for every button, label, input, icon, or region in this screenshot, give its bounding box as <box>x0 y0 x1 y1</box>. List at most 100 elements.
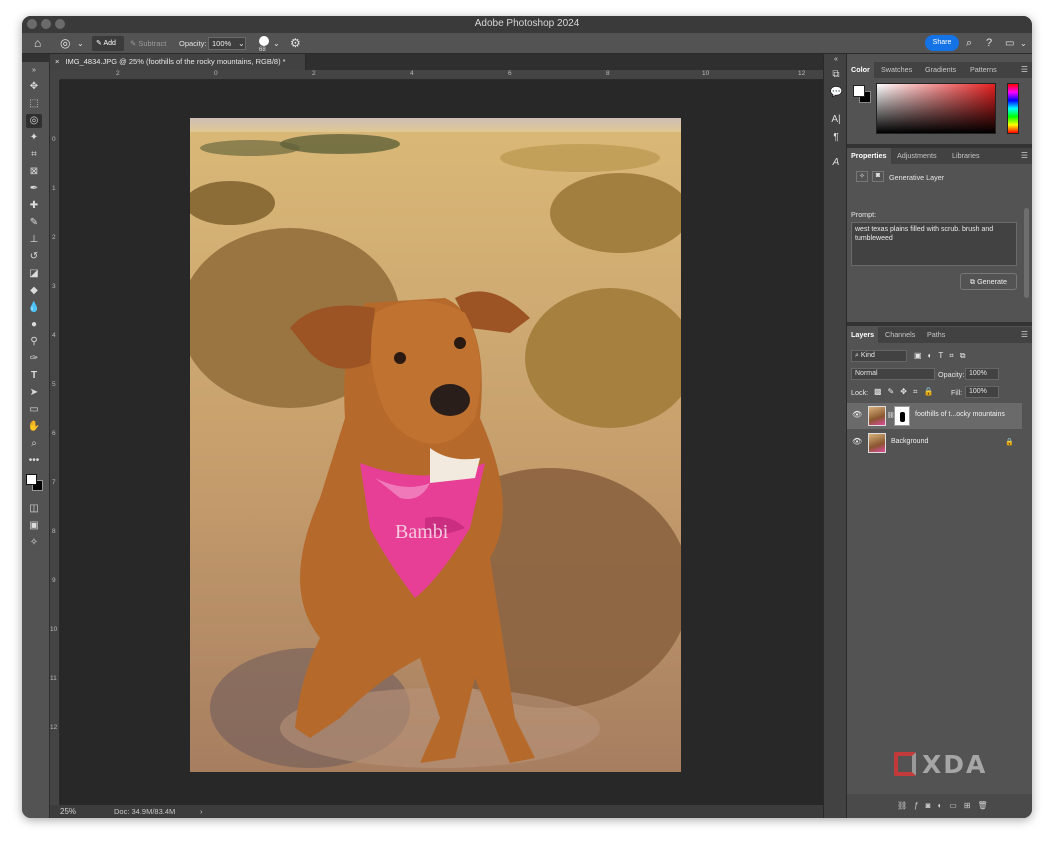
chevron-right-icon[interactable]: › <box>200 805 203 818</box>
eyedropper-tool-icon[interactable]: ✒ <box>26 182 42 196</box>
generate-button[interactable]: ⧉ Generate <box>960 273 1017 290</box>
ruler-tick-label: 6 <box>52 430 56 437</box>
tab-channels[interactable]: Channels <box>885 327 915 343</box>
tab-layers[interactable]: Layers <box>847 327 879 343</box>
foreground-color-chip[interactable] <box>853 85 865 97</box>
tab-adjustments[interactable]: Adjustments <box>897 148 937 164</box>
dodge-tool-icon[interactable]: ● <box>26 318 42 332</box>
paint-bucket-tool-icon[interactable]: ◆ <box>26 284 42 298</box>
chevron-down-icon[interactable]: ⌄ <box>273 33 280 54</box>
tab-paths[interactable]: Paths <box>927 327 945 343</box>
hue-slider[interactable] <box>1007 83 1019 134</box>
lock-icon: 🔒 <box>1005 439 1014 446</box>
frame-tool-icon[interactable]: ⊠ <box>26 165 42 179</box>
zoom-tool-icon[interactable]: ⌕ <box>26 437 42 451</box>
glyphs-panel-icon[interactable]: A <box>830 157 842 168</box>
tab-close-icon[interactable]: × <box>55 57 59 66</box>
tab-properties[interactable]: Properties <box>847 148 891 164</box>
blur-tool-icon[interactable]: 💧 <box>26 301 42 315</box>
crop-tool-icon[interactable]: ⌗ <box>26 148 42 162</box>
document-canvas[interactable]: Bambi <box>60 80 823 805</box>
lock-options-icons[interactable]: ▩✎✥⌗🔒 <box>874 387 939 397</box>
panel-menu-icon[interactable]: ☰ <box>1021 62 1028 78</box>
zoom-level[interactable]: 25% <box>60 805 76 818</box>
magic-wand-tool-icon[interactable]: ✦ <box>26 131 42 145</box>
move-tool-icon[interactable]: ✥ <box>26 80 42 94</box>
eraser-tool-icon[interactable]: ◪ <box>26 267 42 281</box>
layer-row[interactable]: 👁 Background 🔒 <box>847 430 1022 456</box>
search-icon[interactable]: ⌕ <box>966 33 972 54</box>
ruler-tick-label: 2 <box>312 70 316 77</box>
prompt-textarea[interactable]: west texas plains filled with scrub. bru… <box>851 222 1017 266</box>
sponge-tool-icon[interactable]: ⚲ <box>26 335 42 349</box>
subtract-mode-button[interactable]: ✎ Subtract <box>130 33 166 54</box>
tab-libraries[interactable]: Libraries <box>952 148 980 164</box>
photo-dog-in-desert[interactable]: Bambi <box>190 118 681 772</box>
pen-tool-icon[interactable]: ✑ <box>26 352 42 366</box>
generate-label: Generate <box>977 277 1008 286</box>
layer-mask-thumbnail[interactable] <box>894 406 910 426</box>
object-selection-tool-icon[interactable]: ◎ <box>26 114 42 128</box>
generative-edit-icon[interactable]: ✧ <box>26 536 42 550</box>
home-icon[interactable]: ⌂ <box>34 33 41 54</box>
add-mode-button[interactable]: ✎ Add <box>92 36 124 51</box>
brush-tool-icon[interactable]: ✎ <box>26 216 42 230</box>
vertical-ruler[interactable]: 0 1 2 3 4 5 6 7 8 9 10 11 12 <box>50 80 60 805</box>
history-brush-tool-icon[interactable]: ↺ <box>26 250 42 264</box>
more-tools-icon[interactable]: ••• <box>26 454 42 468</box>
layer-filter-select[interactable]: ⌕ Kind <box>851 350 907 362</box>
properties-scrollbar[interactable] <box>1024 208 1029 298</box>
comments-panel-icon[interactable]: 💬 <box>830 87 842 98</box>
panel-menu-icon[interactable]: ☰ <box>1021 327 1028 343</box>
chevron-down-icon[interactable]: ⌄ <box>238 33 245 54</box>
chevron-down-icon[interactable]: ⌄ <box>77 33 84 54</box>
tab-swatches[interactable]: Swatches <box>881 62 912 78</box>
layer-row[interactable]: 👁 ⛓ foothills of t...ocky mountains <box>847 403 1022 429</box>
ruler-tick-label: 4 <box>52 332 56 339</box>
ruler-origin[interactable] <box>50 70 60 80</box>
fill-value: 100% <box>969 388 987 395</box>
character-panel-icon[interactable]: A| <box>830 114 842 125</box>
object-selection-tool-preset-icon[interactable]: ◎ <box>60 33 70 54</box>
screen-mode-icon[interactable]: ▣ <box>26 519 42 533</box>
collapse-toolbar-icon[interactable]: » <box>26 64 42 78</box>
collapsed-panels-strip: « ⧉ 💬 A| ¶ A <box>823 54 847 818</box>
chevron-down-icon[interactable]: ⌄ <box>1020 33 1027 54</box>
collapse-icon[interactable]: « <box>830 56 842 63</box>
type-tool-icon[interactable]: T <box>26 369 42 383</box>
layer-opacity-field[interactable]: 100% <box>965 368 999 380</box>
healing-brush-tool-icon[interactable]: ✚ <box>26 199 42 213</box>
panel-menu-icon[interactable]: ☰ <box>1021 148 1028 164</box>
ruler-tick-label: 0 <box>52 136 56 143</box>
gear-icon[interactable]: ⚙ <box>290 33 301 54</box>
fill-field[interactable]: 100% <box>965 386 999 398</box>
generative-fill-icon: ✧ <box>856 171 868 182</box>
foreground-color-swatch[interactable] <box>26 474 37 485</box>
color-picker-field[interactable] <box>876 83 996 134</box>
share-button[interactable]: Share <box>925 35 959 51</box>
rectangle-tool-icon[interactable]: ▭ <box>26 403 42 417</box>
tab-color[interactable]: Color <box>847 62 874 78</box>
tab-patterns[interactable]: Patterns <box>970 62 997 78</box>
ruler-tick-label: 6 <box>508 70 512 77</box>
eye-icon[interactable]: 👁 <box>852 410 862 419</box>
quick-mask-icon[interactable]: ◫ <box>26 502 42 516</box>
tab-gradients[interactable]: Gradients <box>925 62 956 78</box>
document-tab[interactable]: × IMG_4834.JPG @ 25% (foothills of the ro… <box>50 54 306 70</box>
layer-filter-icons[interactable]: ▣◐T⌗⧉ <box>914 351 972 361</box>
eye-icon[interactable]: 👁 <box>852 437 862 446</box>
blend-mode-select[interactable]: Normal <box>851 368 935 380</box>
path-selection-tool-icon[interactable]: ➤ <box>26 386 42 400</box>
horizontal-ruler[interactable]: 2 0 2 4 6 8 10 12 <box>60 70 823 80</box>
history-panel-icon[interactable]: ⧉ <box>830 69 842 80</box>
hand-tool-icon[interactable]: ✋ <box>26 420 42 434</box>
ruler-tick-label: 2 <box>52 234 56 241</box>
ruler-tick-label: 9 <box>52 577 56 584</box>
paragraph-panel-icon[interactable]: ¶ <box>830 132 842 143</box>
workspace-icon[interactable]: ▭ <box>1005 33 1014 54</box>
help-icon[interactable]: ? <box>986 33 992 54</box>
layer-actions-icons[interactable]: ⛓ƒ◙◐▭⊞🗑 <box>897 801 995 810</box>
clone-stamp-tool-icon[interactable]: ⊥ <box>26 233 42 247</box>
marquee-tool-icon[interactable]: ⬚ <box>26 97 42 111</box>
lock-label: Lock: <box>851 388 869 397</box>
